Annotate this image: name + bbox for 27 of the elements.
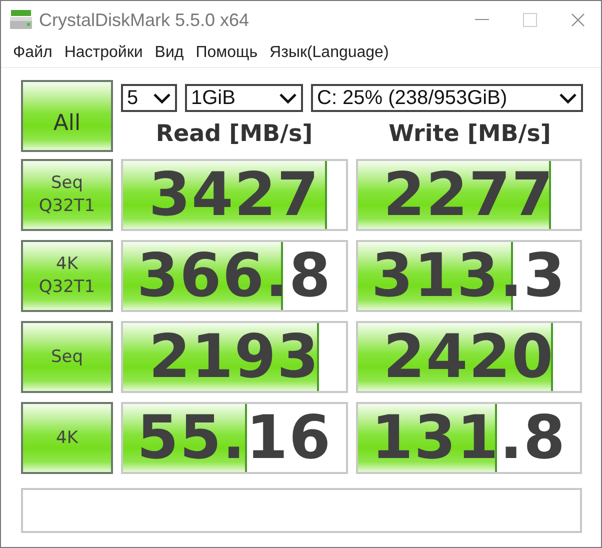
result-value: 2277	[382, 161, 556, 229]
dropdown[interactable]: 1GiB	[185, 84, 303, 112]
chevron-icon	[153, 92, 171, 104]
window-title: CrystalDiskMark 5.5.0 x64	[39, 10, 250, 30]
test-button[interactable]: 4K	[21, 402, 113, 474]
menu-item[interactable]: Вид	[148, 44, 190, 62]
result-value: 2193	[148, 323, 321, 391]
test-button[interactable]: 4K Q32T1	[21, 240, 113, 312]
menu-item[interactable]: Язык(Language)	[264, 44, 395, 62]
menu-item[interactable]: Помощь	[190, 44, 264, 62]
dropdown[interactable]: 5	[121, 84, 177, 112]
drive-icon	[9, 9, 33, 31]
all-button[interactable]: All	[21, 80, 113, 152]
menu-item[interactable]: Файл	[7, 44, 58, 62]
dropdown[interactable]: C: 25% (238/953GiB)	[311, 84, 583, 112]
test-button[interactable]: Seq Q32T1	[21, 159, 113, 231]
chevron-icon	[279, 92, 297, 104]
column-header: Read [MB/s]	[154, 121, 314, 147]
result-value: 3427	[148, 161, 321, 229]
test-button[interactable]: Seq	[21, 321, 113, 393]
close-icon	[571, 13, 585, 27]
maximize-icon	[523, 13, 537, 27]
minimize-icon	[475, 19, 489, 21]
chevron-icon	[559, 92, 577, 104]
column-header: Write [MB/s]	[388, 121, 552, 147]
result-value: 2420	[382, 323, 556, 391]
menu-item[interactable]: Настройки	[58, 44, 149, 62]
